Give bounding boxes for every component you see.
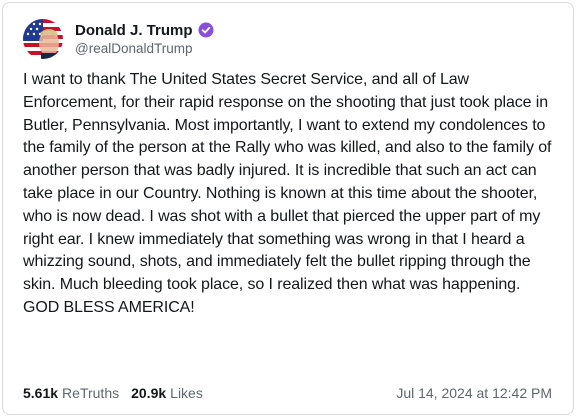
likes-label: Likes bbox=[170, 385, 203, 401]
post-footer: 5.61k ReTruths 20.9k Likes Jul 14, 2024 … bbox=[23, 383, 552, 403]
author-names: Donald J. Trump @realDonaldTrump bbox=[75, 20, 214, 58]
retruths-label: ReTruths bbox=[62, 385, 120, 401]
likes-count: 20.9k bbox=[131, 385, 167, 401]
post-timestamp[interactable]: Jul 14, 2024 at 12:42 PM bbox=[396, 385, 552, 401]
verified-badge-icon bbox=[198, 22, 214, 38]
retruths-count: 5.61k bbox=[23, 385, 59, 401]
retruths-stat[interactable]: 5.61k ReTruths bbox=[23, 385, 119, 401]
post-body-text: I want to thank The United States Secret… bbox=[23, 71, 552, 316]
post-header: Donald J. Trump @realDonaldTrump bbox=[23, 17, 214, 61]
avatar[interactable] bbox=[23, 19, 63, 59]
author-display-name[interactable]: Donald J. Trump bbox=[75, 22, 193, 39]
name-row: Donald J. Trump bbox=[75, 20, 214, 40]
author-handle[interactable]: @realDonaldTrump bbox=[75, 40, 214, 58]
likes-stat[interactable]: 20.9k Likes bbox=[131, 385, 203, 401]
american-flag-avatar-icon bbox=[23, 19, 63, 59]
post-card: Donald J. Trump @realDonaldTrump I want … bbox=[2, 2, 574, 415]
